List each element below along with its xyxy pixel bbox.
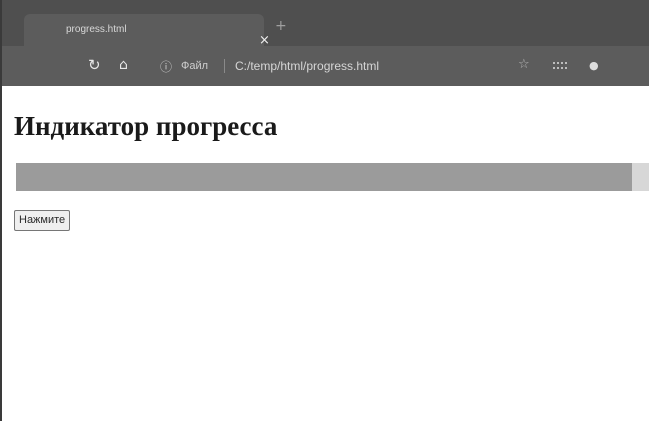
progress-bar [16,163,649,191]
browser-toolbar: ↻ ⌂ ⓘ Файл C:/temp/html/progress.html ☆ … [2,46,649,86]
new-tab-icon[interactable]: + [275,19,287,33]
browser-window: progress.html × + ↻ ⌂ ⓘ Файл C:/temp/htm… [0,0,649,421]
info-icon[interactable]: ⓘ [160,59,172,75]
tab-strip: progress.html × + [2,0,649,47]
click-button[interactable]: Нажмите [14,210,71,231]
address-divider [224,59,225,73]
page-title: Индикатор прогресса [14,111,278,141]
extensions-icon[interactable] [553,62,567,69]
profile-icon[interactable]: ● [589,58,599,74]
star-icon[interactable]: ☆ [518,57,530,73]
browser-tab[interactable]: progress.html × [24,14,270,47]
tab-title: progress.html [66,24,127,35]
page-content: Индикатор прогресса Нажмите [2,86,649,421]
site-label: Файл [181,60,209,72]
progress-fill [16,163,632,191]
reload-icon[interactable]: ↻ [88,57,101,73]
address-bar[interactable]: C:/temp/html/progress.html [235,59,379,73]
home-icon[interactable]: ⌂ [119,57,128,73]
